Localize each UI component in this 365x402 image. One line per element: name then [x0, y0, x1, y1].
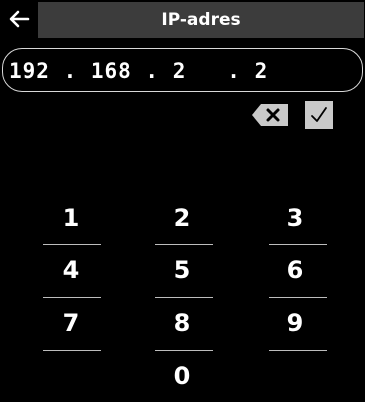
page-title: IP-adres: [161, 10, 241, 30]
key-5[interactable]: 5: [152, 251, 212, 289]
title-bar: IP-adres: [38, 2, 364, 38]
key-7[interactable]: 7: [41, 304, 101, 342]
key-4[interactable]: 4: [41, 251, 101, 289]
checkmark-icon: [311, 107, 327, 122]
keypad-divider: [269, 244, 327, 245]
backspace-icon: [252, 104, 288, 126]
back-arrow-icon: [9, 10, 30, 28]
key-0[interactable]: 0: [152, 357, 212, 395]
key-1[interactable]: 1: [41, 199, 101, 237]
confirm-button[interactable]: [305, 101, 333, 129]
keypad-divider: [155, 297, 213, 298]
key-8[interactable]: 8: [152, 304, 212, 342]
ip-address-value: 192 . 168 . 2 . 2: [9, 59, 269, 83]
keypad-divider: [43, 297, 101, 298]
key-9[interactable]: 9: [265, 304, 325, 342]
keypad-divider: [43, 244, 101, 245]
header-bar: IP-adres: [0, 0, 365, 38]
back-button[interactable]: [0, 0, 38, 38]
key-2[interactable]: 2: [152, 199, 212, 237]
key-6[interactable]: 6: [265, 251, 325, 289]
keypad-divider: [269, 350, 327, 351]
keypad-divider: [43, 350, 101, 351]
ip-address-input[interactable]: 192 . 168 . 2 . 2: [2, 48, 363, 92]
backspace-button[interactable]: [251, 103, 290, 127]
keypad-divider: [155, 244, 213, 245]
keypad-divider: [155, 350, 213, 351]
keypad-divider: [269, 297, 327, 298]
key-3[interactable]: 3: [265, 199, 325, 237]
